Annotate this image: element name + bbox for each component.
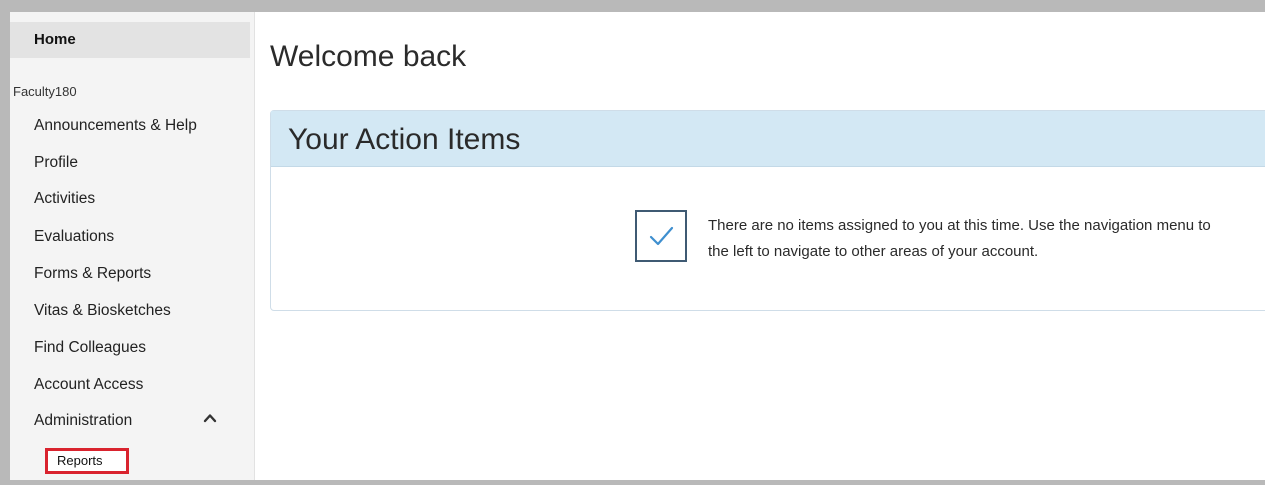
sidebar-item-vitas-biosketches[interactable]: Vitas & Biosketches: [34, 301, 171, 321]
sidebar-item-account-access[interactable]: Account Access: [34, 375, 143, 395]
page-title: Welcome back: [270, 40, 467, 73]
checkmark-icon: [635, 210, 687, 262]
sidebar-item-profile[interactable]: Profile: [34, 153, 78, 173]
sidebar-item-activities[interactable]: Activities: [34, 189, 95, 209]
sidebar-item-forms-reports[interactable]: Forms & Reports: [34, 264, 151, 284]
chevron-up-icon[interactable]: [203, 411, 217, 425]
no-action-items-message: There are no items assigned to you at th…: [708, 217, 1211, 260]
sidebar-subitem-reports[interactable]: Reports: [45, 448, 129, 474]
action-items-panel: Your Action Items There are no items ass…: [270, 110, 1265, 311]
sidebar-item-home[interactable]: Home: [10, 22, 250, 58]
action-items-header: Your Action Items: [271, 111, 1265, 167]
sidebar-item-announcements-help[interactable]: Announcements & Help: [34, 116, 197, 136]
sidebar-item-find-colleagues[interactable]: Find Colleagues: [34, 338, 146, 358]
sidebar-section-faculty180: Faculty180: [13, 84, 77, 99]
action-items-title: Your Action Items: [288, 123, 521, 156]
sidebar-item-evaluations[interactable]: Evaluations: [34, 227, 114, 247]
sidebar-item-administration[interactable]: Administration: [34, 411, 132, 431]
